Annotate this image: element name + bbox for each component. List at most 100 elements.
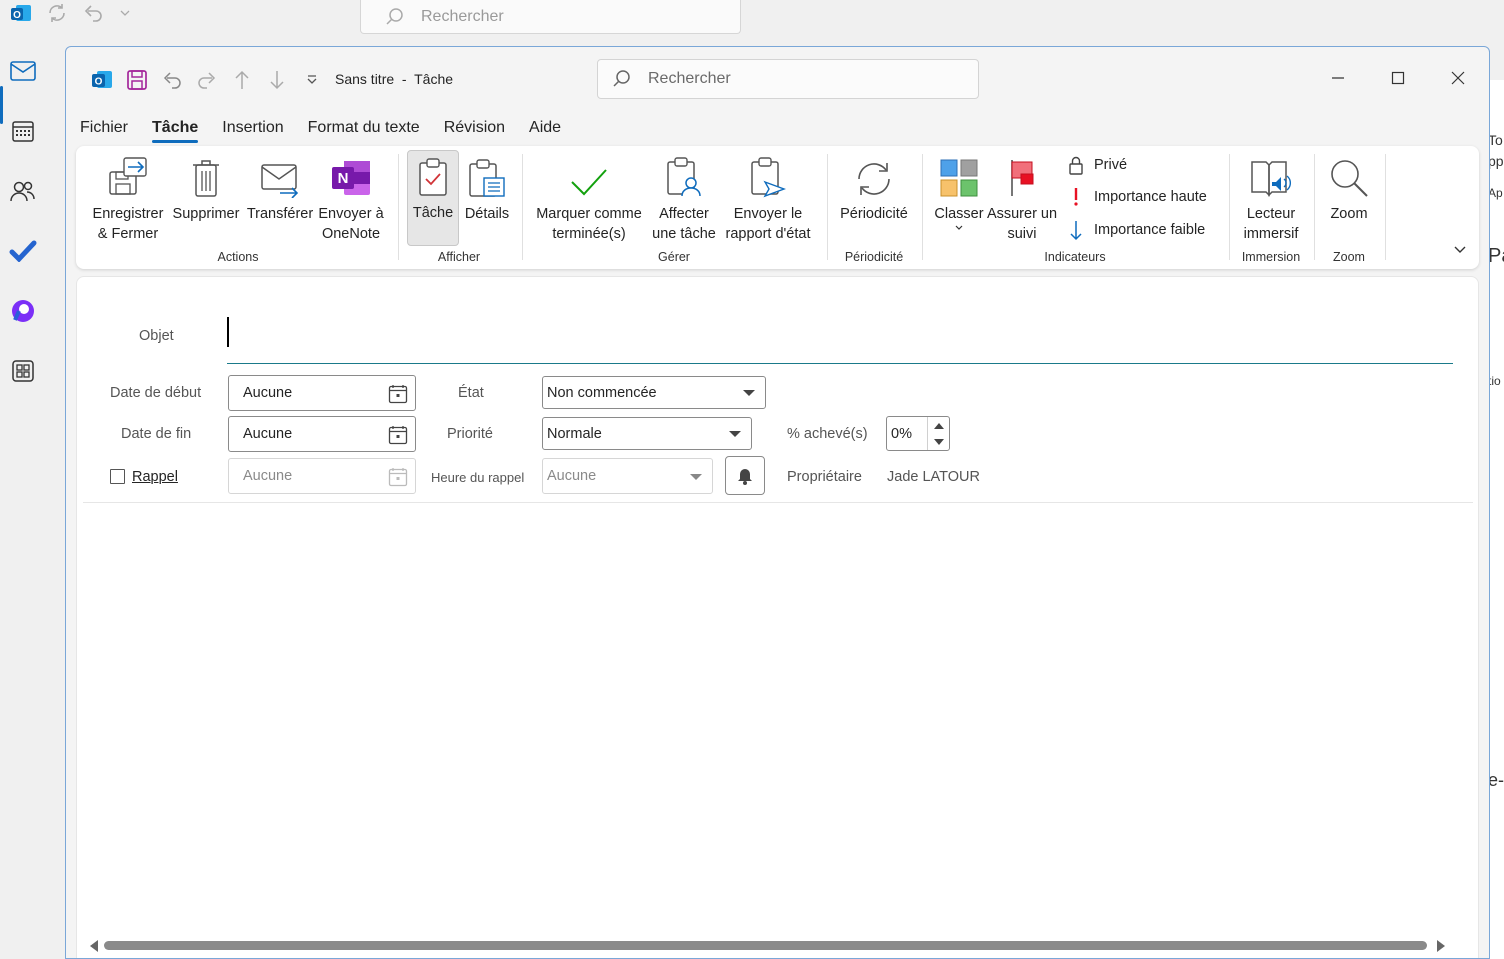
background-search-box[interactable]: Rechercher (360, 0, 741, 34)
categorize-button[interactable]: Classer (931, 152, 987, 232)
sync-icon[interactable] (46, 2, 68, 27)
onenote-label: Envoyer à OneNote (318, 206, 384, 242)
reminder-checkbox[interactable] (110, 469, 125, 484)
immersive-reader-button[interactable]: Lecteur immersif (1236, 152, 1306, 244)
due-date-label: Date de fin (121, 426, 192, 442)
spin-down-icon[interactable] (932, 437, 946, 447)
assign-task-button[interactable]: Affecter une tâche (648, 152, 720, 244)
tab-tache[interactable]: Tâche (140, 119, 210, 143)
group-label-manage: Gérer (658, 250, 690, 264)
tab-fichier[interactable]: Fichier (80, 119, 140, 143)
redo-icon[interactable] (189, 67, 224, 93)
undo-icon[interactable] (154, 67, 189, 93)
high-importance-button[interactable]: Importance haute (1067, 187, 1207, 207)
reminder-sound-button[interactable] (725, 456, 765, 495)
scroll-left-icon[interactable] (90, 940, 98, 952)
forward-button[interactable]: Transférer (244, 152, 316, 224)
calendar-icon[interactable] (388, 425, 408, 449)
delete-button[interactable]: Supprimer (170, 152, 242, 224)
private-label: Privé (1094, 157, 1128, 173)
recurrence-button[interactable]: Périodicité (834, 152, 914, 224)
follow-up-button[interactable]: Assurer un suivi (986, 152, 1058, 244)
mail-icon[interactable] (8, 56, 38, 86)
zoom-button[interactable]: Zoom (1322, 152, 1376, 224)
edge-text-3: Ap (1488, 186, 1503, 200)
window-search-placeholder: Rechercher (648, 70, 731, 87)
send-status-report-button[interactable]: Envoyer le rapport d'état (720, 152, 816, 244)
start-date-field[interactable]: Aucune (228, 375, 416, 411)
dropdown-arrow-icon (729, 431, 741, 437)
delete-label: Supprimer (172, 206, 240, 222)
reminder-date-field[interactable]: Aucune (228, 458, 416, 494)
more-apps-icon[interactable] (8, 356, 38, 386)
minimize-button[interactable] (1315, 63, 1361, 93)
app-left-rail (0, 32, 46, 959)
copilot-icon[interactable] (8, 296, 38, 326)
dropdown-arrow-icon (690, 474, 702, 480)
window-search-box[interactable]: Rechercher (597, 59, 979, 99)
edge-text-6: e- (1488, 770, 1504, 790)
magnifier-icon (1329, 152, 1369, 198)
previous-item-icon[interactable] (224, 67, 259, 93)
reminder-time-select[interactable]: Aucune (542, 458, 713, 494)
percent-complete-spinner[interactable]: 0% (886, 416, 950, 451)
outlook-logo-icon: O (10, 2, 32, 27)
people-icon[interactable] (8, 176, 38, 206)
save-icon[interactable] (119, 67, 154, 93)
follow-up-label: Assurer un suivi (986, 206, 1058, 242)
trash-icon (191, 152, 221, 198)
reminder-time-label: Heure du rappel (431, 470, 525, 485)
private-button[interactable]: Privé (1067, 155, 1127, 175)
show-task-button[interactable]: Tâche (407, 150, 459, 246)
ribbon-expand-button[interactable] (1453, 242, 1467, 258)
priority-select[interactable]: Normale (542, 417, 752, 450)
subject-input[interactable] (227, 313, 1453, 363)
group-label-tags: Indicateurs (1044, 250, 1106, 264)
spin-up-icon[interactable] (932, 421, 946, 431)
tab-aide[interactable]: Aide (517, 119, 573, 143)
reminder-date-value: Aucune (243, 468, 293, 484)
reminder-label: Rappel (132, 469, 178, 485)
scroll-right-icon[interactable] (1437, 940, 1445, 952)
background-quick-access: O (10, 2, 132, 26)
save-close-label: Enregistrer & Fermer (92, 206, 164, 242)
task-clipboard-icon (418, 151, 448, 197)
minimize-icon (1332, 77, 1344, 79)
edge-text-2: pp (1488, 153, 1504, 169)
due-date-field[interactable]: Aucune (228, 416, 416, 452)
background-title-bar (0, 0, 1504, 32)
next-item-icon[interactable] (259, 67, 294, 93)
low-importance-button[interactable]: Importance faible (1067, 219, 1205, 241)
group-separator (522, 154, 523, 260)
recurrence-icon (854, 152, 894, 198)
subject-label: Objet (139, 328, 174, 344)
close-button[interactable] (1435, 63, 1481, 93)
chevron-down-icon (955, 225, 963, 230)
undo-icon[interactable] (82, 2, 104, 27)
tab-format-du-texte[interactable]: Format du texte (296, 119, 432, 143)
svg-text:O: O (94, 77, 102, 88)
todo-icon[interactable] (8, 236, 38, 266)
high-importance-label: Importance haute (1094, 189, 1207, 205)
tab-insertion[interactable]: Insertion (210, 119, 295, 143)
show-details-button[interactable]: Détails (462, 152, 512, 224)
tab-revision[interactable]: Révision (432, 119, 517, 143)
status-select[interactable]: Non commencée (542, 376, 766, 409)
maximize-button[interactable] (1375, 63, 1421, 93)
quick-access-toolbar: O (84, 67, 329, 93)
save-close-button[interactable]: Enregistrer & Fermer (82, 152, 174, 244)
group-separator (922, 154, 923, 260)
calendar-icon[interactable] (8, 116, 38, 146)
calendar-icon[interactable] (388, 384, 408, 408)
due-date-value: Aucune (243, 426, 293, 442)
horizontal-scrollbar[interactable] (76, 937, 1479, 955)
priority-label: Priorité (447, 426, 493, 442)
recurrence-label: Périodicité (840, 206, 908, 222)
scrollbar-thumb[interactable] (104, 941, 1427, 950)
mark-complete-button[interactable]: Marquer comme terminée(s) (531, 152, 647, 244)
customize-qat-icon[interactable] (118, 6, 132, 23)
subject-underline (227, 363, 1453, 364)
send-to-onenote-button[interactable]: N Envoyer à OneNote (314, 152, 388, 244)
bell-icon (738, 468, 752, 485)
customize-qat-icon[interactable] (294, 67, 329, 93)
